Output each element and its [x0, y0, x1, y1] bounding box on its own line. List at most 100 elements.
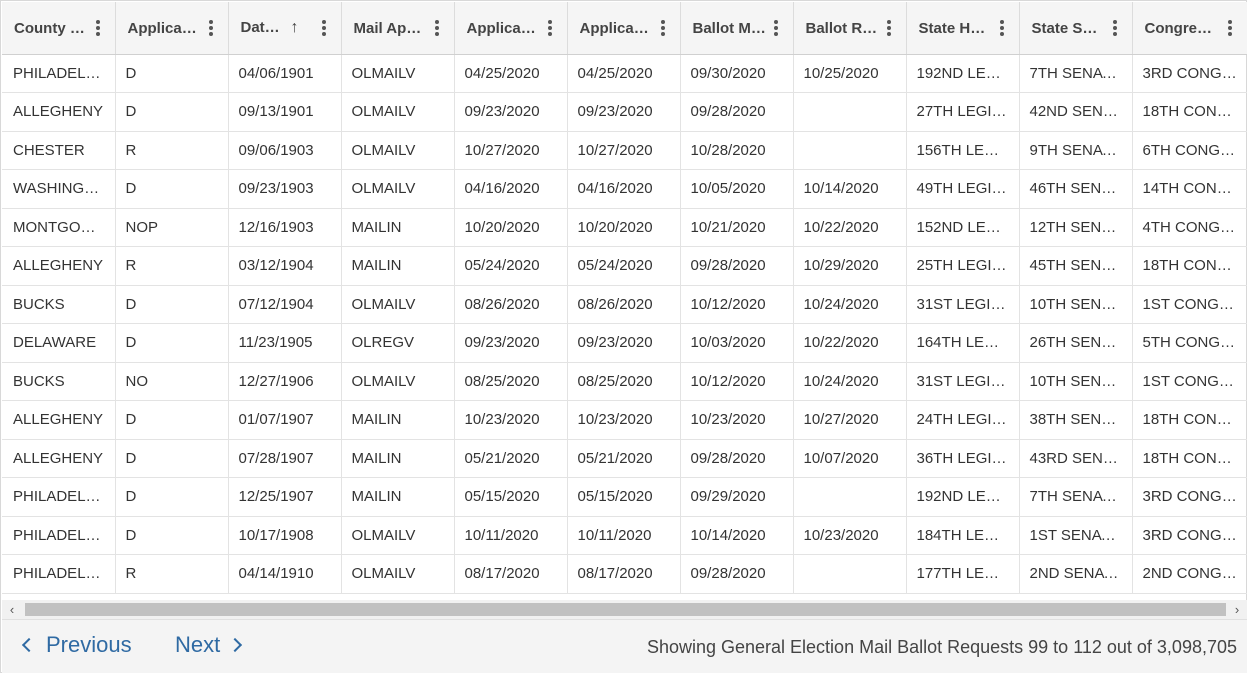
table-cell: MAILIN — [341, 246, 455, 286]
table-cell: 45TH SENATORIAL DISTRICT — [1019, 246, 1133, 286]
column-header[interactable]: Ballot Returned Date — [793, 2, 907, 55]
table-cell: 10/12/2020 — [680, 362, 794, 401]
previous-page-button[interactable]: Previous — [20, 632, 132, 658]
table-cell: 10/28/2020 — [680, 131, 794, 170]
table-cell: 10/24/2020 — [793, 362, 907, 401]
column-header[interactable]: Date of Birth ↑ — [228, 2, 342, 55]
table-cell: 10/20/2020 — [454, 208, 568, 247]
column-header-label: Mail Application Type — [353, 19, 428, 37]
table-cell: NOP — [115, 208, 229, 247]
table-cell: 10/27/2020 — [793, 400, 907, 440]
table-cell: 4TH CONGRESSIONAL DISTRICT — [1132, 208, 1247, 247]
table-cell: 2ND SENATORIAL DISTRICT — [1019, 554, 1133, 594]
table-cell: 24TH LEGISLATIVE DISTRICT — [906, 400, 1020, 440]
table-cell: MAILIN — [341, 477, 455, 517]
column-menu-icon[interactable] — [321, 20, 327, 36]
table-cell: 08/26/2020 — [567, 285, 681, 324]
column-menu-icon[interactable] — [886, 20, 892, 36]
column-header-label: State House District — [918, 19, 993, 37]
table-cell: 05/24/2020 — [454, 246, 568, 286]
data-grid-frame: County Name Applicant Party Date of Birth ↑… — [0, 0, 1247, 673]
table-cell: 2ND CONGRESSIONAL DISTRICT — [1132, 554, 1247, 594]
column-header[interactable]: Application Approved Date — [567, 2, 681, 55]
table-cell: 09/28/2020 — [680, 246, 794, 286]
scroll-right-icon[interactable]: › — [1229, 602, 1245, 617]
pagination-status: Showing General Election Mail Ballot Req… — [646, 637, 1237, 657]
table-cell: 10/23/2020 — [680, 400, 794, 440]
table-cell: 1ST SENATORIAL DISTRICT — [1019, 516, 1133, 555]
table-cell: 177TH LEGISLATIVE DISTRICT — [906, 554, 1020, 594]
table-cell: OLMAILV — [341, 92, 455, 132]
table-cell: OLMAILV — [341, 362, 455, 401]
table-cell: 10/29/2020 — [793, 246, 907, 286]
table-cell: 01/07/1907 — [228, 400, 342, 440]
column-header[interactable]: State Senate District — [1019, 2, 1133, 55]
table-row[interactable]: BUCKS NO 12/27/1906 OLMAILV 08/25/2020 08/25/… — [2, 362, 1247, 401]
table-cell: DELAWARE — [2, 323, 116, 363]
table-row[interactable]: ALLEGHENY D 01/07/1907 MAILIN 10/23/2020 10/2… — [2, 400, 1247, 440]
column-header[interactable]: Mail Application Type — [341, 2, 455, 55]
table-row[interactable]: CHESTER R 09/06/1903 OLMAILV 10/27/2020 10/27… — [2, 131, 1247, 170]
column-menu-icon[interactable] — [434, 20, 440, 36]
column-menu-icon[interactable] — [999, 20, 1005, 36]
table-cell: 10/22/2020 — [793, 323, 907, 363]
column-header[interactable]: County Name — [2, 2, 116, 55]
table-row[interactable]: ALLEGHENY D 07/28/1907 MAILIN 05/21/2020 05/2… — [2, 439, 1247, 478]
table-row[interactable]: PHILADELPHIA R 04/14/1910 OLMAILV 08/17/2020… — [2, 554, 1247, 594]
column-header-label: Applicant Party — [127, 19, 202, 37]
table-row[interactable]: ALLEGHENY D 09/13/1901 OLMAILV 09/23/2020 09/… — [2, 92, 1247, 132]
column-menu-icon[interactable] — [547, 20, 553, 36]
column-header-label: Date of Birth — [240, 19, 281, 37]
column-header[interactable]: Applicant Party — [115, 2, 229, 55]
table-row[interactable]: ALLEGHENY R 03/12/1904 MAILIN 05/24/2020 05/2… — [2, 246, 1247, 286]
table-cell: 18TH CONGRESSIONAL DISTRICT — [1132, 439, 1247, 478]
column-header[interactable]: Congressional District — [1132, 2, 1247, 55]
table-cell: D — [115, 92, 229, 132]
table-cell: 12/27/1906 — [228, 362, 342, 401]
chevron-right-icon — [228, 637, 243, 653]
table-cell: OLMAILV — [341, 554, 455, 594]
table-row[interactable]: MONTGOMERY NOP 12/16/1903 MAILIN 10/20/2020 1… — [2, 208, 1247, 247]
table-row[interactable]: DELAWARE D 11/23/1905 OLREGV 09/23/2020 09/23… — [2, 323, 1247, 363]
table-cell: 12TH SENATORIAL DISTRICT — [1019, 208, 1133, 247]
table-cell: 08/26/2020 — [454, 285, 568, 324]
table-cell: 152ND LEGISLATIVE DISTRICT — [906, 208, 1020, 247]
table-cell: 10/20/2020 — [567, 208, 681, 247]
table-cell — [793, 131, 907, 170]
table-row[interactable]: BUCKS D 07/12/1904 OLMAILV 08/26/2020 08/26/2… — [2, 285, 1247, 324]
scrollbar-thumb[interactable] — [25, 603, 1226, 616]
sort-ascending-icon[interactable]: ↑ — [291, 19, 299, 37]
table-cell: 38TH SENATORIAL DISTRICT — [1019, 400, 1133, 440]
column-header[interactable]: Application Date — [454, 2, 568, 55]
table-cell: 04/14/1910 — [228, 554, 342, 594]
table-cell: 18TH CONGRESSIONAL DISTRICT — [1132, 400, 1247, 440]
table-cell: D — [115, 439, 229, 478]
table-cell: MAILIN — [341, 208, 455, 247]
table-cell: 07/28/1907 — [228, 439, 342, 478]
table-cell: 09/23/2020 — [454, 323, 568, 363]
scroll-left-icon[interactable]: ‹ — [4, 602, 20, 617]
table-cell: R — [115, 246, 229, 286]
table-cell: 12/16/1903 — [228, 208, 342, 247]
table-cell: 09/23/2020 — [567, 323, 681, 363]
column-menu-icon[interactable] — [660, 20, 666, 36]
column-menu-icon[interactable] — [208, 20, 214, 36]
table-row[interactable]: PHILADELPHIA D 12/25/1907 MAILIN 05/15/2020 0… — [2, 477, 1247, 517]
table-cell: 6TH CONGRESSIONAL DISTRICT — [1132, 131, 1247, 170]
column-header[interactable]: State House District — [906, 2, 1020, 55]
table-cell: CHESTER — [2, 131, 116, 170]
table-row[interactable]: PHILADELPHIA D 04/06/1901 OLMAILV 04/25/2020… — [2, 54, 1247, 93]
table-cell: ALLEGHENY — [2, 400, 116, 440]
table-cell: 14TH CONGRESSIONAL DISTRICT — [1132, 169, 1247, 209]
column-header[interactable]: Ballot Mailed On Date — [680, 2, 794, 55]
table-row[interactable]: PHILADELPHIA D 10/17/1908 OLMAILV 10/11/2020… — [2, 516, 1247, 555]
column-menu-icon[interactable] — [773, 20, 779, 36]
column-menu-icon[interactable] — [1227, 20, 1233, 36]
horizontal-scrollbar[interactable]: ‹ › — [2, 600, 1247, 619]
table-row[interactable]: WASHINGTON D 09/23/1903 OLMAILV 04/16/2020 04… — [2, 169, 1247, 209]
next-page-button[interactable]: Next — [175, 632, 243, 658]
column-menu-icon[interactable] — [95, 20, 101, 36]
column-menu-icon[interactable] — [1112, 20, 1118, 36]
table-cell: 09/28/2020 — [680, 439, 794, 478]
table-cell: 05/24/2020 — [567, 246, 681, 286]
